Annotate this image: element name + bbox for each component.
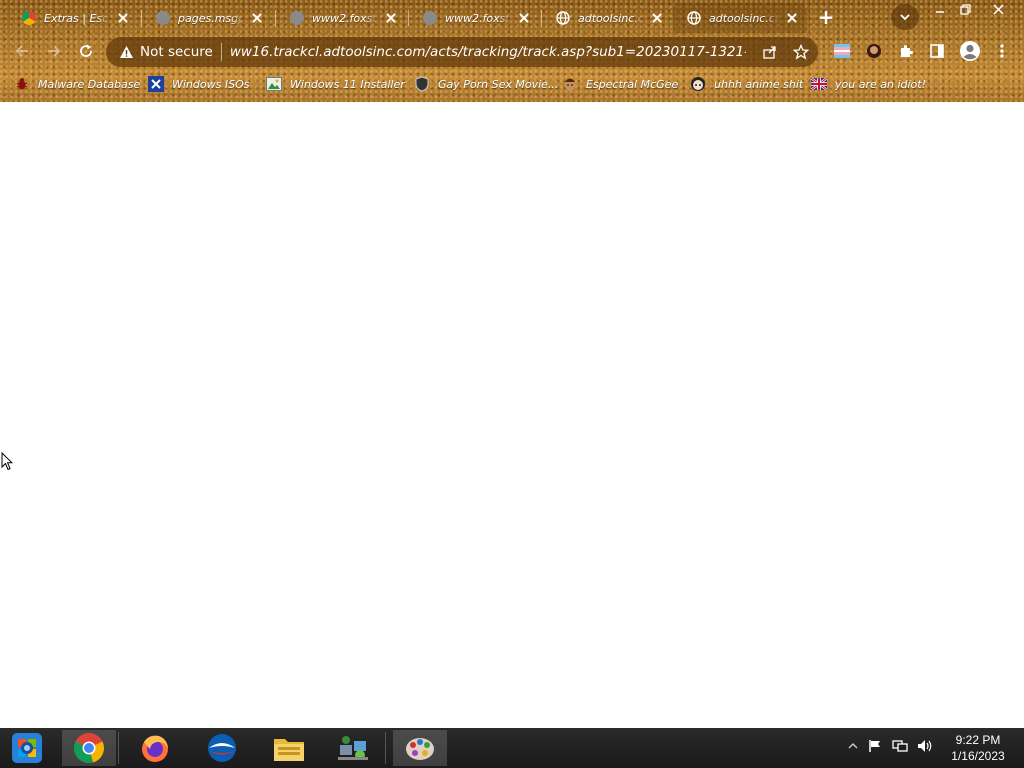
bookmark-espectral-mcgee[interactable]: Espectral McGee <box>562 74 678 94</box>
start-button[interactable] <box>0 730 54 766</box>
start-orb-icon <box>12 733 42 763</box>
tab-close-icon[interactable] <box>384 11 398 25</box>
tab-title: adtoolsinc.com <box>578 11 644 25</box>
omnibox-divider <box>220 43 222 61</box>
taskbar-firefox[interactable] <box>128 730 182 766</box>
bookmark-label: uhhh anime shit <box>714 77 804 91</box>
tab-strip: Extras | Escape pages.msgplus www2.foxst… <box>0 0 1024 34</box>
bookmark-uhhh-anime-shit[interactable]: uhhh anime shit <box>690 74 803 94</box>
restore-icon[interactable] <box>950 0 980 18</box>
tab-foxstory-1[interactable]: www2.foxstory <box>276 3 406 33</box>
outlook-icon <box>208 734 236 762</box>
taskbar-file-explorer[interactable] <box>262 730 316 766</box>
anime-face-favicon-icon <box>690 76 706 92</box>
volume-speaker-icon[interactable] <box>916 736 934 756</box>
tab-title: www2.foxstory <box>312 11 378 25</box>
avatar-extension-icon[interactable] <box>864 41 884 61</box>
show-hidden-icons-chevron-icon[interactable] <box>844 736 862 756</box>
bookmark-you-are-an-idiot[interactable]: you are an idiot! <box>811 74 926 94</box>
browser-toolbar: Not secure ww16.trackcl.adtoolsinc.com/a… <box>0 34 1024 70</box>
profile-avatar-icon[interactable] <box>958 39 982 63</box>
image-favicon-icon <box>266 76 282 92</box>
kebab-menu-icon[interactable] <box>992 41 1012 61</box>
chrome-favicon-icon <box>22 11 36 25</box>
bookmark-star-icon[interactable] <box>792 43 810 61</box>
globe-favicon-icon <box>423 11 437 25</box>
tab-search-chevron-icon[interactable] <box>891 4 919 30</box>
clock-date: 1/16/2023 <box>951 749 1005 763</box>
x-logo-icon <box>148 76 164 92</box>
taskbar-separator <box>385 732 386 764</box>
tab-foxstory-2[interactable]: www2.foxstory <box>409 3 539 33</box>
mouse-pointer-icon <box>1 451 14 475</box>
globe-favicon-icon <box>290 11 304 25</box>
taskbar-separator <box>118 732 119 764</box>
tab-close-icon[interactable] <box>517 11 531 25</box>
windows-taskbar: 9:22 PM 1/16/2023 <box>0 728 1024 768</box>
chrome-icon <box>73 733 105 764</box>
clock-time: 9:22 PM <box>955 733 1001 747</box>
uk-flag-favicon-icon <box>811 76 827 92</box>
globe-favicon-icon <box>687 11 701 25</box>
extensions-puzzle-icon[interactable] <box>896 41 916 61</box>
bookmark-windows-isos[interactable]: Windows ISOs <box>148 74 249 94</box>
face-favicon-icon <box>562 76 578 92</box>
taskbar-network-app[interactable] <box>326 730 380 766</box>
forward-arrow-icon[interactable] <box>40 37 68 65</box>
reload-icon[interactable] <box>72 37 100 65</box>
tab-title: Extras | Escape <box>44 11 110 25</box>
action-center-flag-icon[interactable] <box>866 736 884 756</box>
firefox-icon <box>142 735 168 762</box>
address-bar[interactable]: Not secure ww16.trackcl.adtoolsinc.com/a… <box>106 37 818 67</box>
bookmark-label: you are an idiot! <box>835 77 926 91</box>
bookmark-label: Windows 11 Installer <box>290 77 405 91</box>
tab-adtoolsinc-2-active[interactable]: adtoolsinc.com <box>673 3 807 33</box>
paint-palette-icon <box>406 738 434 760</box>
flag-extension-icon[interactable] <box>832 41 852 61</box>
shield-favicon-icon <box>414 76 430 92</box>
security-status-label[interactable]: Not secure <box>140 44 213 60</box>
side-panel-icon[interactable] <box>927 41 947 61</box>
bug-favicon-icon <box>14 76 30 92</box>
system-clock[interactable]: 9:22 PM 1/16/2023 <box>940 732 1016 764</box>
folder-icon <box>274 739 304 761</box>
tab-adtoolsinc-1[interactable]: adtoolsinc.com <box>542 3 672 33</box>
bookmark-label: Gay Porn Sex Movie... <box>438 77 559 91</box>
tab-title: adtoolsinc.com <box>709 11 779 25</box>
globe-favicon-icon <box>556 11 570 25</box>
close-window-icon[interactable] <box>983 0 1013 18</box>
taskbar-paint-app[interactable] <box>393 730 447 766</box>
bookmark-label: Espectral McGee <box>586 77 679 91</box>
new-tab-plus-icon[interactable]: + <box>815 6 837 28</box>
tab-extras[interactable]: Extras | Escape <box>8 3 138 33</box>
tab-title: www2.foxstory <box>445 11 511 25</box>
back-arrow-icon[interactable] <box>8 37 36 65</box>
taskbar-outlook[interactable] <box>195 730 249 766</box>
bookmark-windows-11-installer[interactable]: Windows 11 Installer <box>266 74 405 94</box>
bookmark-label: Malware Database <box>38 77 141 91</box>
network-users-icon <box>338 736 368 760</box>
tab-close-icon[interactable] <box>250 11 264 25</box>
bookmark-malware-database[interactable]: Malware Database <box>14 74 140 94</box>
browser-chrome: Extras | Escape pages.msgplus www2.foxst… <box>0 0 1024 102</box>
web-page-content[interactable] <box>0 102 1024 728</box>
tab-close-icon[interactable] <box>785 11 799 25</box>
url-text[interactable]: ww16.trackcl.adtoolsinc.com/acts/trackin… <box>230 44 746 60</box>
tab-close-icon[interactable] <box>650 11 664 25</box>
taskbar-chrome[interactable] <box>62 730 116 766</box>
globe-favicon-icon <box>156 11 170 25</box>
share-icon[interactable] <box>761 43 779 61</box>
tab-close-icon[interactable] <box>116 11 130 25</box>
network-icon[interactable] <box>891 736 909 756</box>
bookmark-gay-porn-sex-movie[interactable]: Gay Porn Sex Movie... <box>414 74 558 94</box>
tab-pages-msgplus[interactable]: pages.msgplus <box>142 3 272 33</box>
warning-triangle-icon[interactable] <box>118 44 134 60</box>
tab-title: pages.msgplus <box>178 11 244 25</box>
bookmarks-bar: Malware Database Windows ISOs Windows 11… <box>0 70 1024 98</box>
bookmark-label: Windows ISOs <box>172 77 250 91</box>
